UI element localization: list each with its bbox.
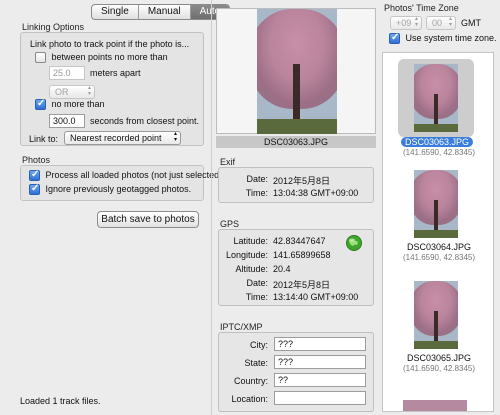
gps-date-label: Date: — [246, 278, 268, 288]
preview-image — [216, 8, 376, 134]
between-points-label: between points no more than — [51, 52, 168, 62]
seconds-label: seconds from closest point. — [90, 116, 200, 126]
left-pane-divider — [211, 0, 212, 415]
thumbnail-image-3[interactable] — [414, 281, 458, 349]
exif-date-value: 2012年5月8日 — [273, 176, 331, 186]
iptc-title: IPTC/XMP — [220, 322, 263, 332]
gps-altitude-label: Altitude: — [235, 264, 268, 274]
timezone-title: Photos' Time Zone — [384, 3, 459, 13]
use-system-timezone-check[interactable] — [389, 32, 400, 45]
exif-time-value: 13:04:38 GMT+09:00 — [273, 188, 359, 198]
use-system-timezone-checkbox[interactable]: Use system time zone. — [389, 32, 497, 45]
thumbnail-image-1 — [414, 64, 458, 132]
state-field[interactable]: ??? — [274, 355, 366, 369]
gps-longitude-label: Longitude: — [225, 250, 268, 260]
seconds-field[interactable]: 300.0 — [49, 114, 85, 128]
timezone-minutes-popup[interactable]: 00 — [426, 16, 456, 30]
iptc-city-label: City: — [250, 340, 268, 350]
city-field[interactable]: ??? — [274, 337, 366, 351]
gmt-label: GMT — [461, 18, 481, 28]
status-text: Loaded 1 track files. — [20, 396, 101, 406]
process-all-check[interactable] — [29, 169, 40, 182]
meters-field[interactable]: 25.0 — [49, 66, 85, 80]
between-points-check[interactable] — [35, 52, 46, 64]
gps-altitude-value: 20.4 — [273, 264, 291, 274]
mode-segmented-control: Single Manual Auto — [91, 4, 231, 20]
tab-manual[interactable]: Manual — [139, 5, 191, 19]
gps-latitude-value: 42.83447647 — [273, 236, 326, 246]
thumbnail-name-1: DSC03063.JPG — [399, 137, 475, 147]
link-to-label: Link to: — [29, 134, 59, 144]
gps-latitude-label: Latitude: — [233, 236, 268, 246]
timezone-hours-popup[interactable]: +09 — [390, 16, 422, 30]
gps-time-value: 13:14:40 GMT+09:00 — [273, 292, 359, 302]
gps-time-label: Time: — [245, 292, 268, 302]
process-all-checkbox[interactable]: Process all loaded photos (not just sele… — [29, 169, 225, 182]
tab-single[interactable]: Single — [92, 5, 139, 19]
linking-subtitle: Link photo to track point if the photo i… — [30, 39, 190, 49]
country-field[interactable]: ?? — [274, 373, 366, 387]
globe-icon[interactable] — [346, 235, 362, 251]
thumbnail-coords-1: (141.6590, 42.8345) — [402, 148, 476, 157]
ignore-geotagged-label: Ignore previously geotagged photos. — [45, 184, 192, 194]
no-more-than-label: no more than — [51, 99, 105, 109]
thumbnail-item-1[interactable] — [398, 59, 474, 137]
thumbnail-coords-2: (141.6590, 42.8345) — [402, 253, 476, 262]
thumbnail-coords-3: (141.6590, 42.8345) — [402, 364, 476, 373]
link-to-popup[interactable]: Nearest recorded point — [64, 131, 181, 145]
between-points-checkbox[interactable]: between points no more than — [35, 52, 168, 64]
use-system-timezone-label: Use system time zone. — [405, 33, 497, 43]
exif-time-label: Time: — [245, 188, 268, 198]
thumbnail-name-2: DSC03064.JPG — [406, 242, 472, 252]
process-all-label: Process all loaded photos (not just sele… — [45, 170, 225, 180]
linking-options-title: Linking Options — [22, 22, 85, 32]
no-more-than-check[interactable] — [35, 98, 46, 111]
batch-save-button[interactable]: Batch save to photos — [97, 211, 199, 228]
preview-photo — [257, 9, 337, 134]
gps-title: GPS — [220, 219, 240, 229]
exif-date-label: Date: — [246, 174, 268, 184]
exif-title: Exif — [220, 157, 236, 167]
or-popup[interactable]: OR — [49, 85, 95, 99]
preview-filename: DSC03063.JPG — [263, 137, 329, 147]
iptc-state-label: State: — [244, 358, 268, 368]
ignore-geotagged-checkbox[interactable]: Ignore previously geotagged photos. — [29, 183, 192, 196]
ignore-geotagged-check[interactable] — [29, 183, 40, 196]
gps-date-value: 2012年5月8日 — [273, 280, 331, 290]
thumbnail-image-2[interactable] — [414, 170, 458, 238]
iptc-location-label: Location: — [231, 394, 268, 404]
gps-longitude-value: 141.65899658 — [273, 250, 331, 260]
iptc-country-label: Country: — [233, 376, 268, 386]
no-more-than-checkbox[interactable]: no more than — [35, 98, 105, 111]
photos-title: Photos — [22, 155, 51, 165]
thumbnail-name-3: DSC03065.JPG — [406, 353, 472, 363]
location-field[interactable] — [274, 391, 366, 405]
meters-label: meters apart — [90, 68, 141, 78]
thumbnail-browser[interactable]: DSC03063.JPG (141.6590, 42.8345) DSC0306… — [382, 52, 494, 412]
thumbnail-image-4[interactable] — [403, 400, 467, 411]
linking-options-group — [20, 32, 204, 146]
preview-filename-bar: DSC03063.JPG — [216, 136, 376, 148]
